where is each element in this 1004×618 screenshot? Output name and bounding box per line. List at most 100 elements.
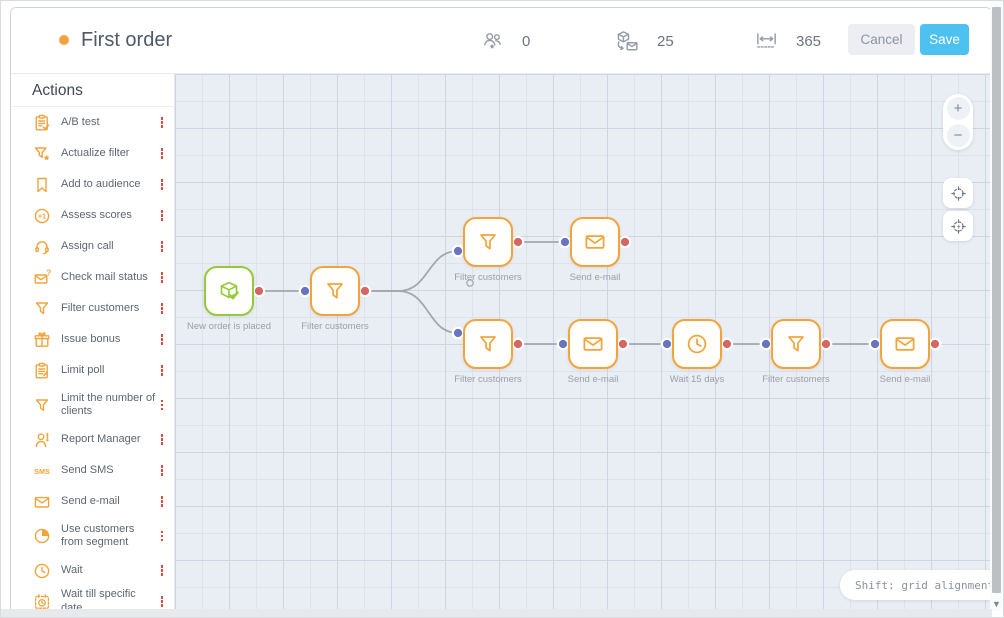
zoom-in-button[interactable]: + xyxy=(947,97,970,120)
item-menu-kebab[interactable] xyxy=(158,565,166,576)
range-icon xyxy=(753,28,780,54)
item-menu-kebab[interactable] xyxy=(158,465,166,476)
item-menu-kebab[interactable] xyxy=(158,334,166,345)
node-new-order-is-placed[interactable] xyxy=(204,266,254,316)
in-port xyxy=(558,339,568,349)
out-port xyxy=(930,339,940,349)
out-port xyxy=(722,339,732,349)
out-port xyxy=(821,339,831,349)
item-menu-kebab[interactable] xyxy=(158,531,166,542)
node-label: Send e-mail xyxy=(545,374,641,386)
grid-alignment-hint: Shift: grid alignment xyxy=(840,570,991,600)
sidebar-item-actualize-filter[interactable]: Actualize filter xyxy=(11,138,174,169)
stat-duration-value: 365 xyxy=(796,33,821,50)
save-button[interactable]: Save xyxy=(920,24,969,55)
node-label: New order is placed xyxy=(181,321,277,333)
package-check-icon xyxy=(215,277,243,305)
funnel-icon xyxy=(474,228,502,256)
zoom-out-button[interactable]: − xyxy=(947,124,970,147)
sidebar-item-report-manager[interactable]: Report Manager xyxy=(11,424,174,455)
sidebar-item-filter-customers[interactable]: Filter customers xyxy=(11,293,174,324)
node-send-email-3[interactable] xyxy=(880,319,930,369)
item-menu-kebab[interactable] xyxy=(158,303,166,314)
node-filter-customers-3[interactable] xyxy=(463,319,513,369)
plus-one-icon: +1 xyxy=(32,206,52,226)
gift-icon xyxy=(32,330,52,350)
flow-status-dot xyxy=(59,35,69,45)
node-filter-customers-2[interactable] xyxy=(463,217,513,267)
in-port xyxy=(761,339,771,349)
item-menu-kebab[interactable] xyxy=(158,365,166,376)
locate-trigger-button[interactable] xyxy=(943,211,973,241)
out-port xyxy=(360,286,370,296)
cancel-button[interactable]: Cancel xyxy=(848,24,915,55)
center-view-button[interactable] xyxy=(943,178,973,208)
sidebar-item-ab-test[interactable]: A/B test xyxy=(11,107,174,138)
stat-duration: 365 xyxy=(753,8,821,74)
sidebar-item-assess-scores[interactable]: +1 Assess scores xyxy=(11,200,174,231)
clock-icon xyxy=(683,330,711,358)
out-port xyxy=(618,339,628,349)
vertical-scrollbar[interactable]: ▼ xyxy=(990,1,1003,611)
svg-text:?: ? xyxy=(46,268,51,277)
header: First order 0 25 xyxy=(11,8,991,74)
people-star-icon xyxy=(480,28,506,54)
sidebar-item-use-customers-from-segment[interactable]: Use customers from segment xyxy=(11,517,174,555)
sidebar-item-wait[interactable]: Wait xyxy=(11,555,174,586)
node-label: Filter customers xyxy=(440,374,536,386)
sidebar-item-send-email[interactable]: Send e-mail xyxy=(11,486,174,517)
node-wait-15-days[interactable] xyxy=(672,319,722,369)
out-port xyxy=(620,237,630,247)
out-port xyxy=(513,339,523,349)
horizontal-scrollbar[interactable] xyxy=(1,609,992,617)
vertical-scrollbar-thumb[interactable] xyxy=(992,7,1001,593)
sidebar-item-issue-bonus[interactable]: Issue bonus xyxy=(11,324,174,355)
zoom-controls: + − xyxy=(943,94,973,150)
node-send-email-2[interactable] xyxy=(568,319,618,369)
node-label: Send e-mail xyxy=(547,272,643,284)
item-menu-kebab[interactable] xyxy=(158,400,166,411)
svg-text:SMS: SMS xyxy=(34,467,50,476)
item-menu-kebab[interactable] xyxy=(158,210,166,221)
funnel-icon xyxy=(32,395,52,415)
item-menu-kebab[interactable] xyxy=(158,241,166,252)
clock-icon xyxy=(32,561,52,581)
mail-question-icon: ? xyxy=(32,268,52,288)
envelope-icon xyxy=(579,330,607,358)
sms-icon: SMS xyxy=(32,461,52,481)
funnel-icon xyxy=(474,330,502,358)
sidebar-item-assign-call[interactable]: Assign call xyxy=(11,231,174,262)
item-menu-kebab[interactable] xyxy=(158,272,166,283)
in-port xyxy=(560,237,570,247)
stat-customers: 0 xyxy=(480,8,530,74)
sidebar-item-send-sms[interactable]: SMS Send SMS xyxy=(11,455,174,486)
sidebar-item-check-mail-status[interactable]: ? Check mail status xyxy=(11,262,174,293)
item-menu-kebab[interactable] xyxy=(158,117,166,128)
funnel-star-icon xyxy=(32,144,52,164)
crosshair-icon xyxy=(949,184,968,203)
sidebar-item-wait-till-specific-date[interactable]: Wait till specific date xyxy=(11,586,174,611)
out-port xyxy=(254,286,264,296)
sidebar-item-limit-number-of-clients[interactable]: Limit the number of clients xyxy=(11,386,174,424)
node-send-email-1[interactable] xyxy=(570,217,620,267)
item-menu-kebab[interactable] xyxy=(158,148,166,159)
page-title: First order xyxy=(81,29,172,52)
item-menu-kebab[interactable] xyxy=(158,179,166,190)
sidebar-item-add-to-audience[interactable]: Add to audience xyxy=(11,169,174,200)
flow-canvas[interactable]: New order is placed Filter customers Fil… xyxy=(175,74,991,611)
node-label: Wait 15 days xyxy=(649,374,745,386)
item-menu-kebab[interactable] xyxy=(158,496,166,507)
bookmark-icon xyxy=(32,175,52,195)
item-menu-kebab[interactable] xyxy=(158,434,166,445)
envelope-icon xyxy=(891,330,919,358)
node-filter-customers-4[interactable] xyxy=(771,319,821,369)
node-label: Filter customers xyxy=(287,321,383,333)
headset-icon xyxy=(32,237,52,257)
funnel-icon xyxy=(782,330,810,358)
out-port xyxy=(513,237,523,247)
envelope-icon xyxy=(581,228,609,256)
sidebar-item-limit-poll[interactable]: Limit poll xyxy=(11,355,174,386)
in-port xyxy=(300,286,310,296)
item-menu-kebab[interactable] xyxy=(158,596,166,607)
node-filter-customers-1[interactable] xyxy=(310,266,360,316)
